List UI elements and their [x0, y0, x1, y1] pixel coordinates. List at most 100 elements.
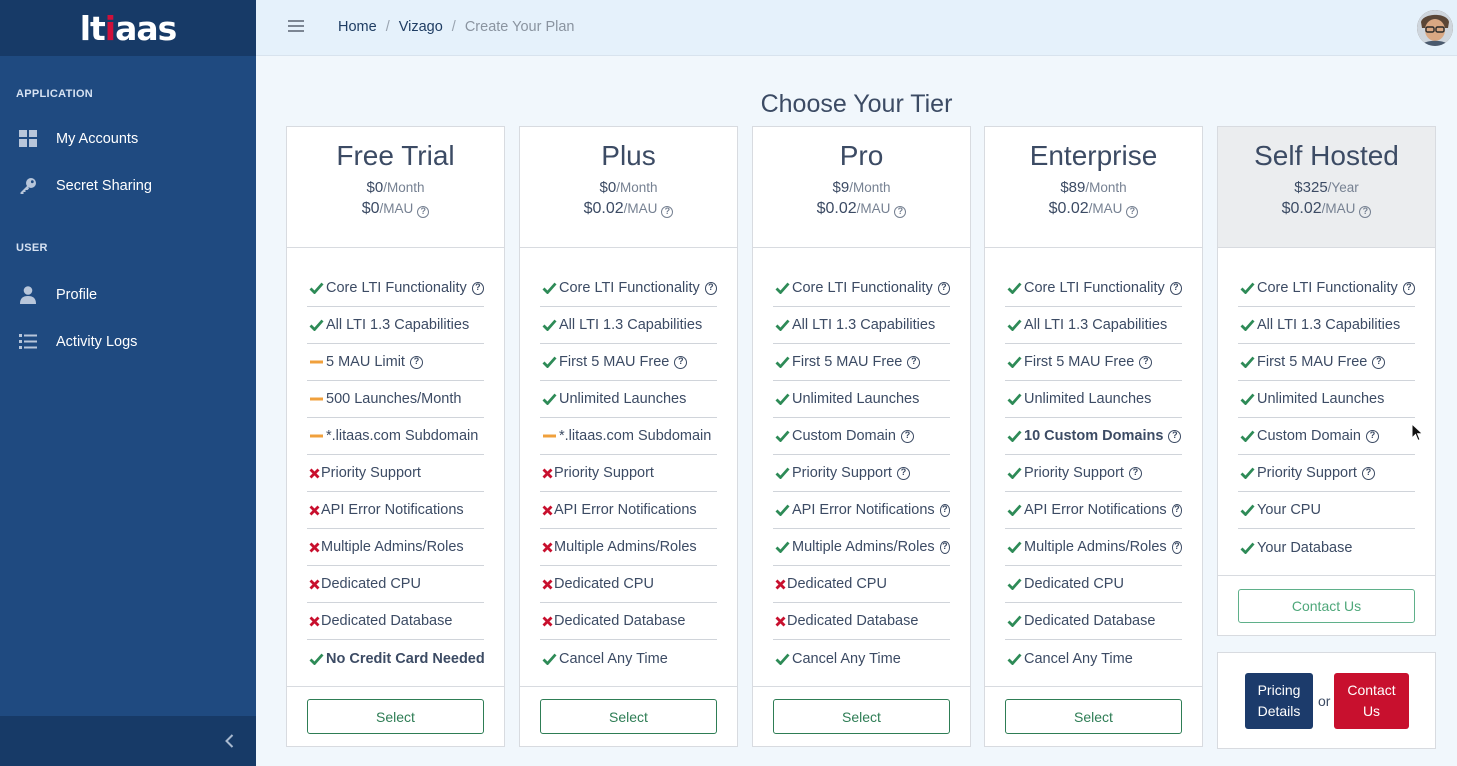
sidebar-item-profile[interactable]: Profile: [0, 271, 256, 318]
feature-item: Dedicated Database: [773, 603, 950, 640]
question-circle-icon[interactable]: ?: [1169, 281, 1182, 295]
monthly-price: $0: [599, 179, 617, 196]
feature-text: All LTI 1.3 Capabilities: [1257, 317, 1401, 333]
question-circle-icon[interactable]: ?: [409, 355, 423, 369]
sidebar-item-label: Activity Logs: [56, 333, 138, 350]
select-plus-button[interactable]: Select: [540, 699, 717, 734]
feature-text: First 5 MAU Free: [1024, 354, 1135, 370]
question-circle-icon[interactable]: ?: [661, 206, 674, 218]
question-circle-icon[interactable]: ?: [896, 466, 910, 480]
nav-section-user: USER Profile Activity Logs: [0, 242, 256, 365]
x-icon: [307, 542, 321, 553]
question-circle-icon[interactable]: ?: [674, 355, 688, 369]
price-unit: /Month: [849, 180, 891, 195]
check-icon: [1005, 504, 1023, 516]
feature-text: No Credit Card Needed: [326, 650, 485, 667]
check-icon: [773, 653, 791, 665]
feature-text: First 5 MAU Free: [792, 354, 903, 370]
question-circle-icon[interactable]: ?: [1128, 466, 1142, 480]
menu-toggle-icon[interactable]: [288, 17, 304, 37]
x-icon: [307, 468, 321, 479]
sidebar-item-activity-logs[interactable]: Activity Logs: [0, 318, 256, 365]
feature-text: Core LTI Functionality: [792, 280, 933, 296]
price-unit: /Month: [1085, 180, 1127, 195]
feature-item: First 5 MAU Free?: [773, 344, 950, 381]
brand[interactable]: ltiaas: [0, 0, 256, 56]
contact-us-button[interactable]: Contact Us: [1238, 589, 1415, 623]
feature-text: Unlimited Launches: [1257, 391, 1385, 407]
question-circle-icon[interactable]: ?: [704, 281, 717, 295]
question-circle-icon[interactable]: ?: [939, 540, 950, 554]
feature-text: Unlimited Launches: [559, 391, 687, 407]
question-circle-icon[interactable]: ?: [1402, 281, 1415, 295]
question-circle-icon[interactable]: ?: [894, 206, 907, 218]
select-pro-button[interactable]: Select: [773, 699, 950, 734]
feature-text: Multiple Admins/Roles: [321, 539, 464, 555]
page-title: Choose Your Tier: [760, 90, 953, 118]
feature-item: Core LTI Functionality?: [773, 270, 950, 307]
check-icon: [773, 467, 791, 479]
dashboard-grid-icon: [18, 129, 38, 149]
feature-list: Core LTI Functionality? All LTI 1.3 Capab…: [540, 270, 717, 677]
sidebar-item-label: Secret Sharing: [56, 177, 152, 194]
sidebar-item-secret-sharing[interactable]: Secret Sharing: [0, 162, 256, 209]
question-circle-icon[interactable]: ?: [471, 281, 484, 295]
feature-text: Custom Domain: [792, 428, 896, 444]
chevron-left-icon[interactable]: [220, 731, 240, 751]
question-circle-icon[interactable]: ?: [1139, 355, 1153, 369]
check-icon: [1238, 430, 1256, 442]
question-circle-icon[interactable]: ?: [1365, 429, 1379, 443]
tier-header: Plus $0/Month $0.02/MAU?: [520, 127, 737, 248]
breadcrumb: Home / Vizago / Create Your Plan: [338, 19, 574, 35]
check-icon: [1238, 319, 1256, 331]
monthly-price: $89: [1060, 179, 1086, 196]
feature-item: Custom Domain?: [773, 418, 950, 455]
sidebar-item-label: Profile: [56, 286, 98, 303]
check-icon: [773, 504, 791, 516]
feature-text: Dedicated CPU: [554, 576, 654, 592]
select-enterprise-button[interactable]: Select: [1005, 699, 1182, 734]
question-circle-icon[interactable]: ?: [1171, 503, 1182, 517]
select-free-trial-button[interactable]: Select: [307, 699, 484, 734]
contact-us-sales-button[interactable]: Contact Us: [1334, 673, 1409, 729]
feature-text: Cancel Any Time: [792, 650, 901, 667]
feature-item: Core LTI Functionality?: [307, 270, 484, 307]
mau-price: $0.02: [1281, 200, 1322, 217]
feature-text: API Error Notifications: [792, 502, 935, 518]
question-circle-icon[interactable]: ?: [1359, 206, 1372, 218]
sidebar-item-my-accounts[interactable]: My Accounts: [0, 115, 256, 162]
breadcrumb-vizago[interactable]: Vizago: [399, 19, 443, 35]
feature-item: Your CPU: [1238, 492, 1415, 529]
question-circle-icon[interactable]: ?: [417, 206, 430, 218]
avatar[interactable]: [1417, 10, 1453, 46]
question-circle-icon[interactable]: ?: [1372, 355, 1386, 369]
tier-name: Self Hosted: [1254, 140, 1399, 171]
question-circle-icon[interactable]: ?: [907, 355, 921, 369]
breadcrumb-home[interactable]: Home: [338, 19, 377, 35]
feature-item: API Error Notifications?: [773, 492, 950, 529]
question-circle-icon[interactable]: ?: [1168, 429, 1182, 443]
feature-text: Priority Support: [321, 465, 421, 481]
sidebar-item-label: My Accounts: [56, 130, 139, 147]
pricing-details-button[interactable]: Pricing Details: [1245, 673, 1313, 729]
check-icon: [540, 393, 558, 405]
feature-list: Core LTI Functionality? All LTI 1.3 Capab…: [1238, 270, 1415, 566]
nav-title-user: USER: [16, 242, 48, 254]
question-circle-icon[interactable]: ?: [939, 503, 950, 517]
dash-icon: [540, 434, 558, 438]
monthly-price: $0: [366, 179, 384, 196]
ltiaas-logo: ltiaas: [79, 8, 178, 48]
feature-item: Dedicated CPU: [1005, 566, 1182, 603]
question-circle-icon[interactable]: ?: [900, 429, 914, 443]
card-footer: Select: [287, 686, 504, 746]
question-circle-icon[interactable]: ?: [937, 281, 950, 295]
check-icon: [1005, 541, 1023, 553]
feature-text: Your CPU: [1257, 502, 1321, 518]
feature-text: Multiple Admins/Roles: [554, 539, 697, 555]
question-circle-icon[interactable]: ?: [1126, 206, 1139, 218]
question-circle-icon[interactable]: ?: [1171, 540, 1182, 554]
feature-text: Dedicated Database: [554, 613, 686, 629]
price-unit: /Month: [383, 180, 425, 195]
tier-header: Enterprise $89/Month $0.02/MAU?: [985, 127, 1202, 248]
question-circle-icon[interactable]: ?: [1361, 466, 1375, 480]
